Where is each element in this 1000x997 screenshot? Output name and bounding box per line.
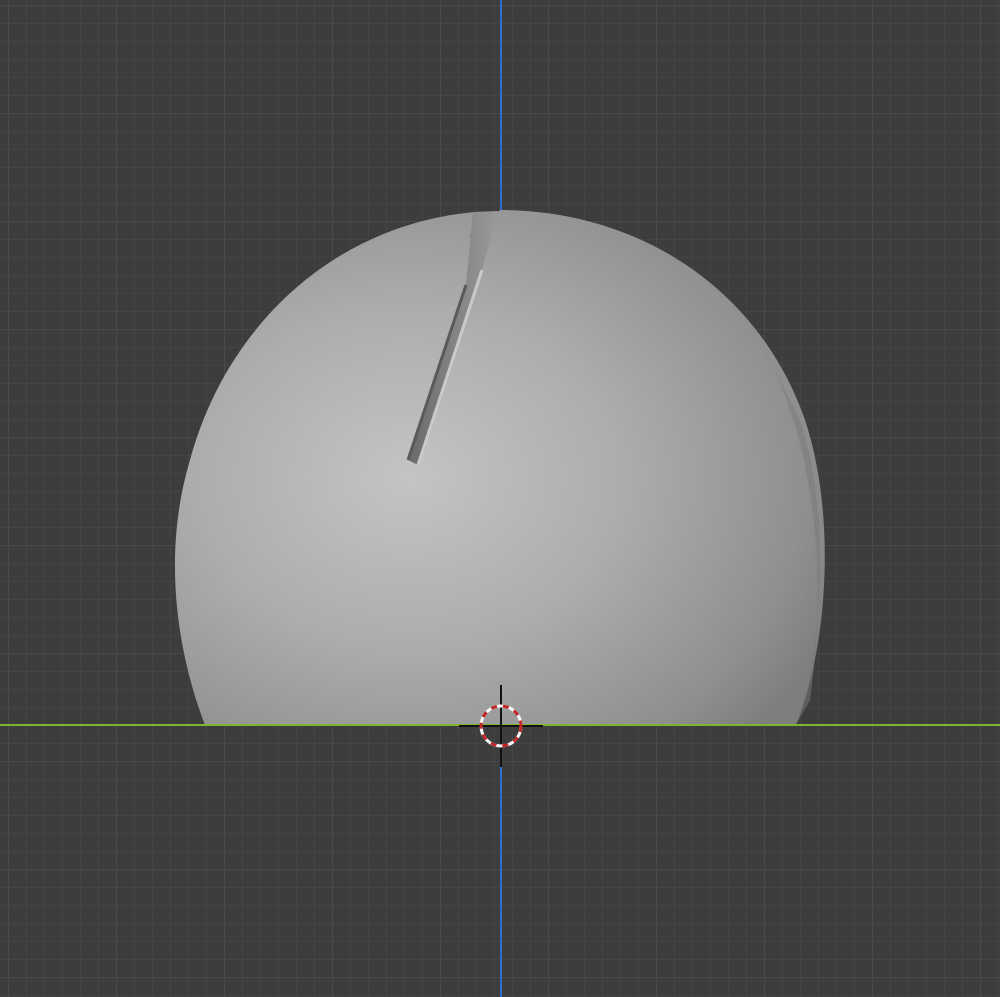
viewport-canvas[interactable] (0, 0, 1000, 997)
3d-viewport[interactable] (0, 0, 1000, 997)
